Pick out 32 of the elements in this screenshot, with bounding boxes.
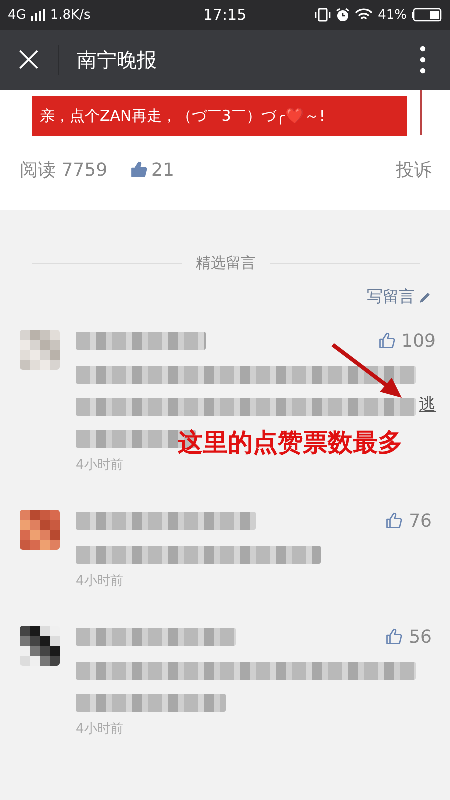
promo-banner: 亲，点个ZAN再走，（づ￣3￣）づ╭❤～!: [32, 96, 407, 136]
battery-percent: 41%: [378, 8, 408, 22]
comment-text: 逃: [419, 394, 436, 416]
like-count: 76: [409, 510, 432, 532]
section-heading: 精选留言: [196, 254, 256, 273]
vibrate-icon: [315, 8, 332, 22]
like-icon[interactable]: [130, 161, 148, 179]
like-count: 56: [409, 626, 432, 648]
report-link[interactable]: 投诉: [396, 158, 432, 182]
network-type: 4G: [8, 8, 26, 22]
close-button[interactable]: ×: [0, 30, 58, 90]
read-count: 阅读 7759: [20, 159, 108, 182]
comment-time: 4小时前: [76, 721, 124, 738]
like-icon[interactable]: [385, 628, 404, 646]
comment-time: 4小时前: [76, 573, 124, 590]
wifi-icon: [355, 8, 374, 22]
like-icon[interactable]: [385, 512, 404, 530]
comment-time: 4小时前: [76, 457, 124, 474]
battery-icon: [412, 8, 442, 22]
clock-time: 17:15: [203, 6, 247, 24]
signal-icon: [31, 9, 46, 21]
like-count: 109: [402, 330, 436, 352]
like-icon[interactable]: [378, 332, 396, 350]
write-comment-button[interactable]: 写留言: [367, 287, 432, 308]
more-icon[interactable]: [420, 46, 426, 74]
annotation-text: 这里的点赞票数最多: [178, 427, 403, 459]
window-title: 南宁晚报: [77, 46, 158, 74]
pencil-icon: [418, 290, 432, 304]
annotation-arrow: [332, 343, 402, 398]
like-count: 21: [152, 160, 174, 180]
alarm-clock-icon: [336, 8, 350, 22]
network-speed: 1.8K/s: [50, 8, 91, 22]
